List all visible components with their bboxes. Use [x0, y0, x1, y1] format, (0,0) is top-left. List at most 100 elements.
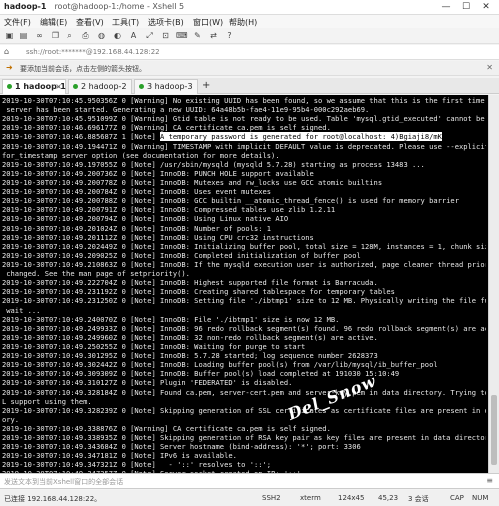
menu-edit[interactable]: 编辑(E) [40, 17, 67, 28]
minimize-button[interactable]: — [436, 1, 456, 13]
terminal-line: 2019-10-30T07:10:49.200788Z 0 [Note] Inn… [2, 196, 459, 206]
terminal-line: 2019-10-30T07:10:49.328184Z 0 [Note] Fou… [2, 387, 486, 397]
terminal-line: changed. See the man page of setpriority… [2, 269, 190, 279]
terminal-line: 2019-10-30T07:10:49.310127Z 0 [Note] Plu… [2, 378, 293, 388]
address-input[interactable]: ssh://root:*******@192.168.44.128:22 [26, 48, 160, 56]
terminal-line: 2019-10-30T07:10:49.197055Z 0 [Note] /us… [2, 159, 425, 169]
terminal-line: 2019-10-30T07:10:49.249960Z 0 [Note] Inn… [2, 332, 378, 342]
keyboard-icon[interactable]: ⌨ [176, 31, 188, 41]
terminal-line: for_timestamp server option (see documen… [2, 150, 280, 160]
tab-label: 2 hadoop-2 [81, 82, 127, 91]
send-bar[interactable]: 发送文本到当前Xshell窗口的全部会话 ≡ [0, 473, 499, 489]
terminal-line: 2019-10-30T07:10:49.249933Z 0 [Note] Inn… [2, 323, 486, 333]
tab-hadoop-1[interactable]: 1 hadoop-1 × [2, 79, 66, 94]
globe-icon[interactable]: ◍ [96, 31, 107, 41]
lock-icon[interactable]: ⊡ [160, 31, 171, 41]
menu-tools[interactable]: 工具(T) [112, 17, 139, 28]
protocol-status: SSH2 [262, 494, 281, 502]
connection-status: 已连接 192.168.44.128:22。 [4, 495, 102, 503]
add-tab-button[interactable]: + [202, 80, 210, 92]
session-tabs: 1 hadoop-1 × 2 hadoop-2 3 hadoop-3 + [0, 78, 499, 94]
terminal-scrollbar[interactable] [488, 95, 499, 473]
address-bar[interactable]: ⌂ ssh://root:*******@192.168.44.128:22 [0, 45, 499, 60]
terminal-line: 2019-10-30T07:10:49.200794Z 0 [Note] Inn… [2, 214, 289, 224]
connected-icon [7, 84, 12, 89]
terminal-line: 2019-10-30T07:10:49.231250Z 0 [Note] Inn… [2, 296, 486, 306]
menu-window[interactable]: 窗口(W) [193, 17, 223, 28]
terminal-line: 2019-10-30T07:10:49.347181Z 0 [Note] IPv… [2, 451, 237, 461]
app-tab-name: hadoop-1 [4, 2, 47, 11]
terminal-line: L support using them. [2, 396, 92, 406]
terminal-line: 2019-10-30T07:10:49.200778Z 0 [Note] Inn… [2, 177, 383, 187]
terminal-line: 2019-10-30T07:10:45.951099Z 0 [Warning] … [2, 114, 486, 124]
cursor-position: 45,23 [378, 494, 399, 502]
terminal-line: 2019-10-30T07:10:49.201112Z 0 [Note] Inn… [2, 232, 314, 242]
link-icon[interactable]: ∞ [34, 31, 45, 41]
connected-icon [139, 84, 144, 89]
menu-tab[interactable]: 选项卡(B) [148, 17, 184, 28]
terminal-line: 2019-10-30T07:10:49.309309Z 0 [Note] Inn… [2, 369, 400, 379]
connected-icon [73, 84, 78, 89]
help-icon[interactable]: ? [224, 31, 235, 41]
terminal-line: 2019-10-30T07:10:49.347321Z 0 [Note] - '… [2, 460, 272, 470]
window-caption: root@hadoop-1:/home - Xshell 5 [54, 2, 185, 11]
color-icon[interactable]: ◐ [112, 31, 123, 41]
transfer-icon[interactable]: ⇄ [208, 31, 219, 41]
caps-lock-indicator: CAP [450, 494, 464, 502]
terminal-line: 2019-10-30T07:10:46.885687Z 1 [Note] A t… [2, 132, 442, 142]
menu-view[interactable]: 查看(V) [76, 17, 104, 28]
compose-icon[interactable]: ✎ [192, 31, 203, 41]
terminal-line: server has been started. Generating a ne… [2, 105, 370, 115]
menu-icon[interactable]: ≡ [486, 476, 493, 485]
maximize-button[interactable]: ☐ [456, 1, 476, 13]
scrollbar-thumb[interactable] [491, 395, 497, 465]
address-icon: ⌂ [4, 47, 10, 56]
tab-hadoop-2[interactable]: 2 hadoop-2 [68, 79, 132, 94]
terminal-line: 2019-10-30T07:10:49.328239Z 0 [Note] Ski… [2, 405, 486, 415]
menu-file[interactable]: 文件(F) [4, 17, 31, 28]
status-bar: 已连接 192.168.44.128:22。 SSH2 xterm 124x45… [0, 490, 499, 506]
terminal-output[interactable]: 2019-10-30T07:10:45.950356Z 0 [Warning] … [0, 95, 488, 473]
terminal-line: 2019-10-30T07:10:49.231192Z 0 [Note] Inn… [2, 287, 395, 297]
xshell-window: hadoop-1 root@hadoop-1:/home - Xshell 5 —… [0, 0, 499, 506]
menu-bar: 文件(F) 编辑(E) 查看(V) 工具(T) 选项卡(B) 窗口(W) 帮助(… [0, 15, 499, 28]
terminal-line: 2019-10-30T07:10:49.302442Z 0 [Note] Inn… [2, 360, 438, 370]
terminal-type: xterm [300, 494, 321, 502]
terminal-line: 2019-10-30T07:10:49.202449Z 0 [Note] Inn… [2, 241, 486, 251]
terminal-line: 2019-10-30T07:10:49.200736Z 0 [Note] Inn… [2, 168, 314, 178]
menu-help[interactable]: 帮助(H) [229, 17, 257, 28]
terminal-line: 2019-10-30T07:10:49.209025Z 0 [Note] Inn… [2, 250, 361, 260]
num-lock-indicator: NUM [472, 494, 489, 502]
font-icon[interactable]: A [128, 31, 139, 41]
open-folder-icon[interactable]: ▤ [18, 31, 29, 41]
session-count: 3 会话 [408, 495, 429, 503]
tab-hadoop-3[interactable]: 3 hadoop-3 [134, 79, 198, 94]
terminal-line: 2019-10-30T07:10:46.696177Z 0 [Warning] … [2, 123, 331, 133]
terminal-size: 124x45 [338, 494, 365, 502]
terminal-line: 2019-10-30T07:10:49.250255Z 0 [Note] Inn… [2, 341, 306, 351]
copy-icon[interactable]: ❐ [50, 31, 61, 41]
print-icon[interactable]: ⎙ [80, 31, 91, 41]
search-icon[interactable]: ⌕ [64, 31, 75, 41]
send-input[interactable]: 发送文本到当前Xshell窗口的全部会话 [4, 477, 123, 487]
terminal-line: 2019-10-30T07:10:49.343684Z 0 [Note] Ser… [2, 442, 361, 452]
new-session-icon[interactable]: ▣ [4, 31, 15, 41]
session-hint-bar: ➜ 要添加当前会话，点击左侧的箭头按钮。 ✕ [0, 61, 499, 76]
terminal-line: 2019-10-30T07:10:49.200791Z 0 [Note] Inn… [2, 205, 336, 215]
selected-password-text[interactable]: A temporary password is generated for ro… [160, 132, 442, 142]
terminal-line: ory. [2, 414, 20, 424]
terminal-line: 2019-10-30T07:10:49.338935Z 0 [Note] Ski… [2, 433, 486, 443]
terminal-line: 2019-10-30T07:10:45.950356Z 0 [Warning] … [2, 96, 486, 105]
terminal-line: 2019-10-30T07:10:49.222704Z 0 [Note] Inn… [2, 278, 378, 288]
tab-close-icon[interactable]: × [55, 80, 62, 93]
bookmark-icon[interactable]: ➜ [6, 63, 13, 72]
title-bar: hadoop-1 root@hadoop-1:/home - Xshell 5 —… [0, 0, 499, 15]
toolbar: ▣ ▤ ∞ ❐ ⌕ ⎙ ◍ ◐ A ⤢ ⊡ ⌨ ✎ ⇄ ? [0, 28, 499, 44]
terminal-line: 2019-10-30T07:10:49.301295Z 0 [Note] Inn… [2, 351, 378, 361]
fullscreen-icon[interactable]: ⤢ [144, 31, 155, 41]
tab-label: 3 hadoop-3 [147, 82, 193, 91]
terminal-line: 2019-10-30T07:10:49.194471Z 0 [Warning] … [2, 141, 486, 151]
hint-close-icon[interactable]: ✕ [486, 63, 493, 72]
close-button[interactable]: ✕ [476, 1, 496, 13]
terminal-line: 2019-10-30T07:10:49.210863Z 0 [Note] Inn… [2, 259, 486, 269]
